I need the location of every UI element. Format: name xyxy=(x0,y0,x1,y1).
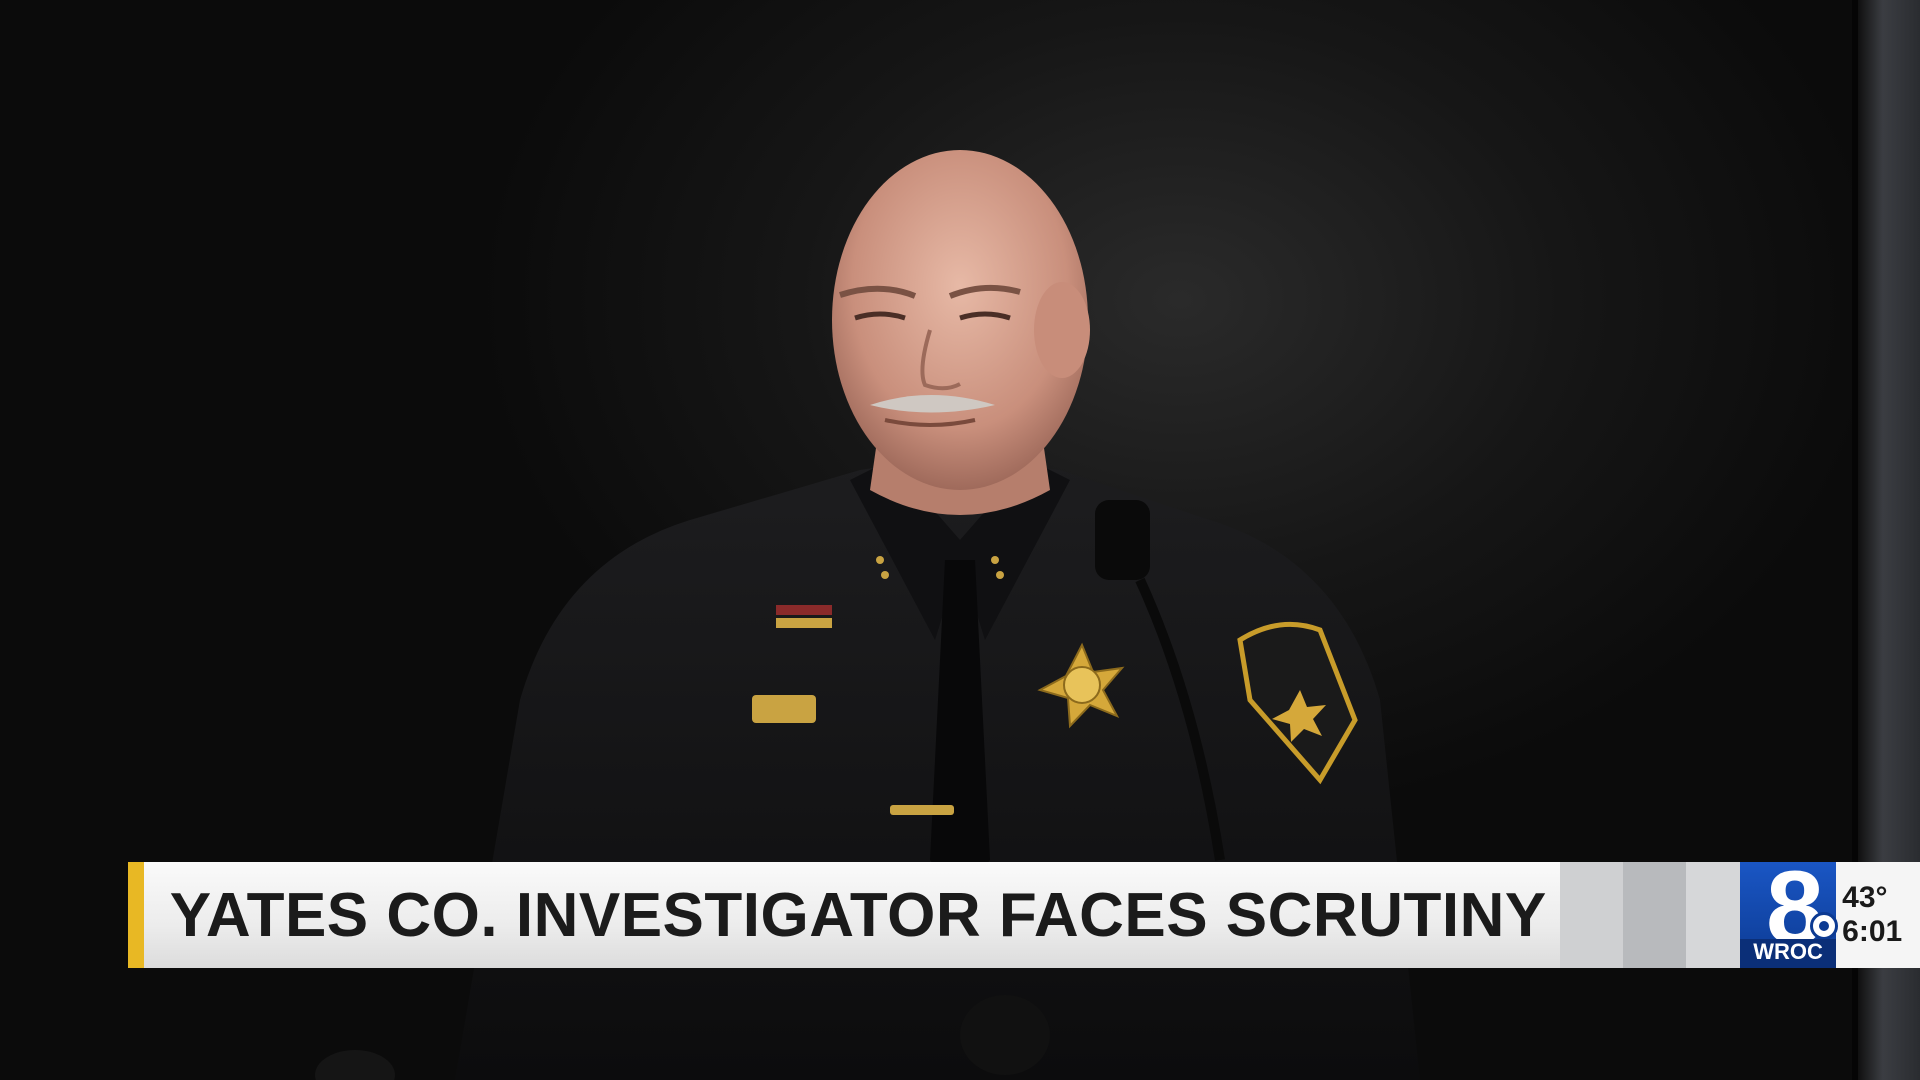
clock-time: 6:01 xyxy=(1842,915,1903,948)
accent-bar xyxy=(128,862,144,968)
banner-strip xyxy=(1685,862,1740,968)
headline-text: YATES CO. INVESTIGATOR FACES SCRUTINY xyxy=(169,880,1547,950)
badge-center xyxy=(1063,666,1101,704)
cbs-eye-icon xyxy=(1809,912,1838,940)
headline-band: YATES CO. INVESTIGATOR FACES SCRUTINY xyxy=(143,862,1560,968)
radio-mic xyxy=(1095,500,1150,580)
ear xyxy=(1034,282,1090,378)
podium-microphone xyxy=(960,995,1050,1075)
banner-strip xyxy=(1559,862,1623,968)
tie-bar xyxy=(890,805,954,815)
banner-strip xyxy=(1622,862,1686,968)
lower-third-banner: YATES CO. INVESTIGATOR FACES SCRUTINY 8 … xyxy=(128,856,1920,968)
temperature: 43° xyxy=(1842,881,1888,914)
name-plate xyxy=(752,695,816,723)
podium-microphone xyxy=(315,1050,395,1080)
call-letters: WROC xyxy=(1739,939,1837,968)
station-logo: 8 WROC xyxy=(1739,856,1838,968)
ribbon-bar xyxy=(776,605,832,615)
